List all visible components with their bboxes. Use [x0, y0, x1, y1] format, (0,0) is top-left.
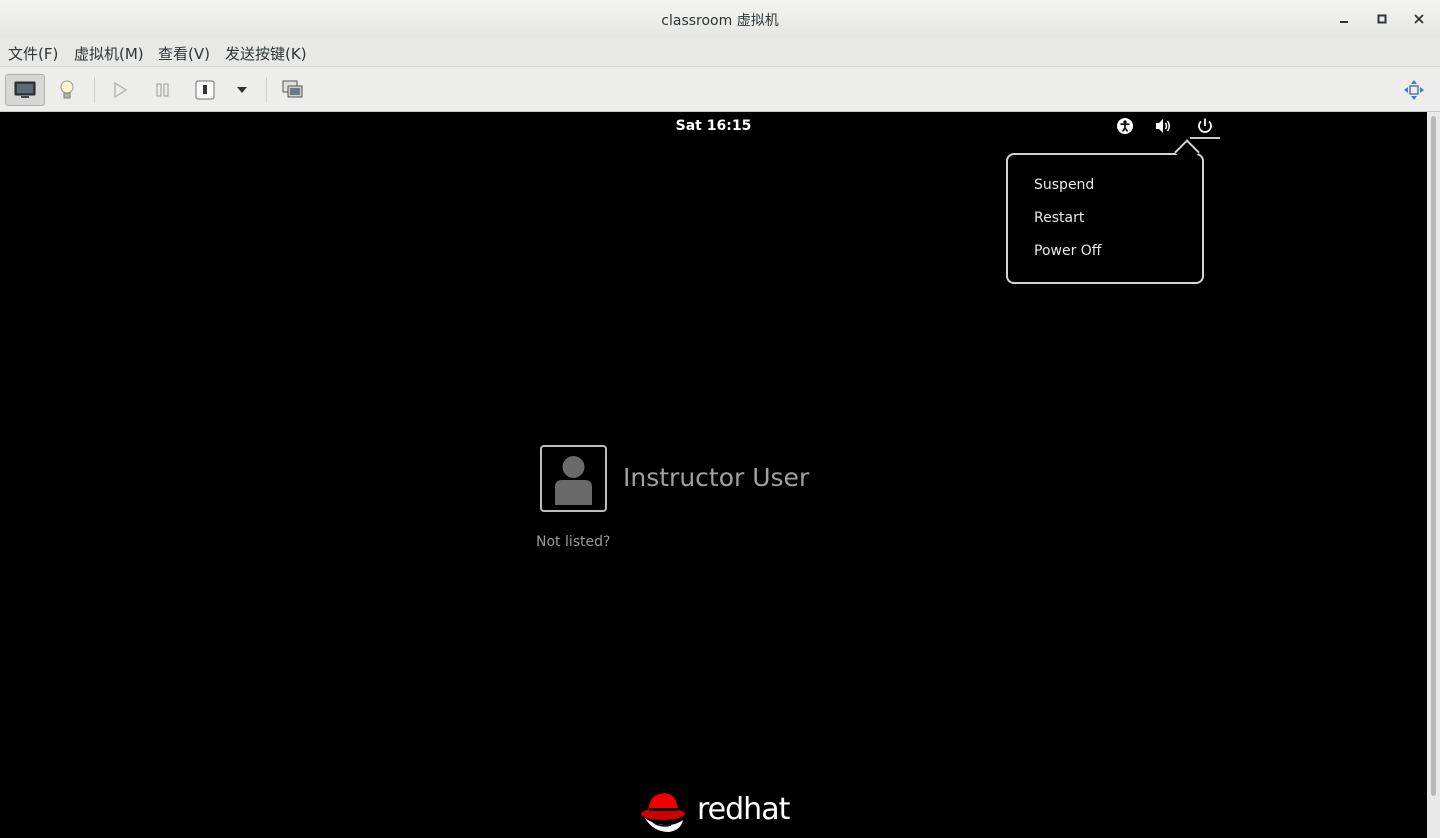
- toolbar: [0, 66, 1440, 112]
- power-off-menu-item[interactable]: Power Off: [1034, 243, 1101, 259]
- pause-button[interactable]: [143, 74, 183, 106]
- menu-send-key[interactable]: 发送按键(K): [225, 43, 307, 64]
- maximize-icon: [1377, 14, 1387, 24]
- accessibility-icon: [1117, 118, 1133, 134]
- console-button[interactable]: [5, 74, 45, 106]
- volume-menu[interactable]: [1152, 115, 1176, 137]
- redhat-wordmark: redhat: [697, 792, 790, 827]
- minimize-button[interactable]: [1333, 8, 1355, 30]
- power-menu-button[interactable]: [1193, 115, 1217, 137]
- redhat-logo: redhat: [639, 788, 799, 838]
- toolbar-separator: [94, 77, 95, 103]
- restart-menu-item[interactable]: Restart: [1034, 210, 1084, 226]
- suspend-menu-item[interactable]: Suspend: [1034, 177, 1094, 193]
- dropdown-arrow-icon: [237, 87, 247, 93]
- vertical-scrollbar[interactable]: [1427, 112, 1440, 838]
- close-button[interactable]: [1408, 8, 1430, 30]
- fullscreen-button[interactable]: [1394, 74, 1434, 106]
- user-name[interactable]: Instructor User: [623, 463, 809, 492]
- power-menu-popup: Suspend Restart Power Off: [1006, 153, 1204, 284]
- menu-view[interactable]: 查看(V): [158, 43, 210, 64]
- shutdown-button[interactable]: [185, 74, 225, 106]
- pause-icon: [156, 83, 169, 97]
- menu-file[interactable]: 文件(F): [8, 43, 58, 64]
- maximize-button[interactable]: [1371, 8, 1393, 30]
- run-button[interactable]: [100, 74, 140, 106]
- not-listed-link[interactable]: Not listed?: [536, 534, 610, 550]
- menubar: 文件(F) 虚拟机(M) 查看(V) 发送按键(K): [0, 38, 1440, 66]
- close-icon: [1414, 14, 1424, 24]
- menu-virtual-machine[interactable]: 虚拟机(M): [74, 43, 144, 64]
- user-avatar[interactable]: [540, 445, 607, 512]
- details-button[interactable]: [47, 74, 87, 106]
- lightbulb-icon: [60, 80, 74, 99]
- snapshots-button[interactable]: [273, 74, 313, 106]
- vm-display[interactable]: Sat 16:15 Suspend Restart Power Off Inst…: [0, 112, 1427, 838]
- power-icon: [195, 80, 215, 100]
- scrollbar-thumb[interactable]: [1431, 116, 1436, 796]
- redhat-shadowman-icon: [641, 793, 685, 832]
- fullscreen-icon: [1404, 80, 1424, 100]
- accessibility-menu[interactable]: [1113, 115, 1137, 137]
- toolbar-separator: [266, 77, 267, 103]
- power-icon: [1198, 118, 1212, 133]
- shutdown-options-dropdown[interactable]: [223, 74, 261, 106]
- console-icon: [14, 81, 36, 98]
- power-menu-active-indicator: [1190, 137, 1220, 139]
- window-titlebar: classroom 虚拟机: [0, 0, 1440, 38]
- volume-icon: [1156, 119, 1170, 133]
- play-icon: [114, 81, 128, 99]
- user-avatar-icon: [555, 456, 592, 505]
- window-title: classroom 虚拟机: [661, 13, 779, 29]
- minimize-icon: [1340, 21, 1348, 23]
- snapshot-icon: [282, 80, 303, 98]
